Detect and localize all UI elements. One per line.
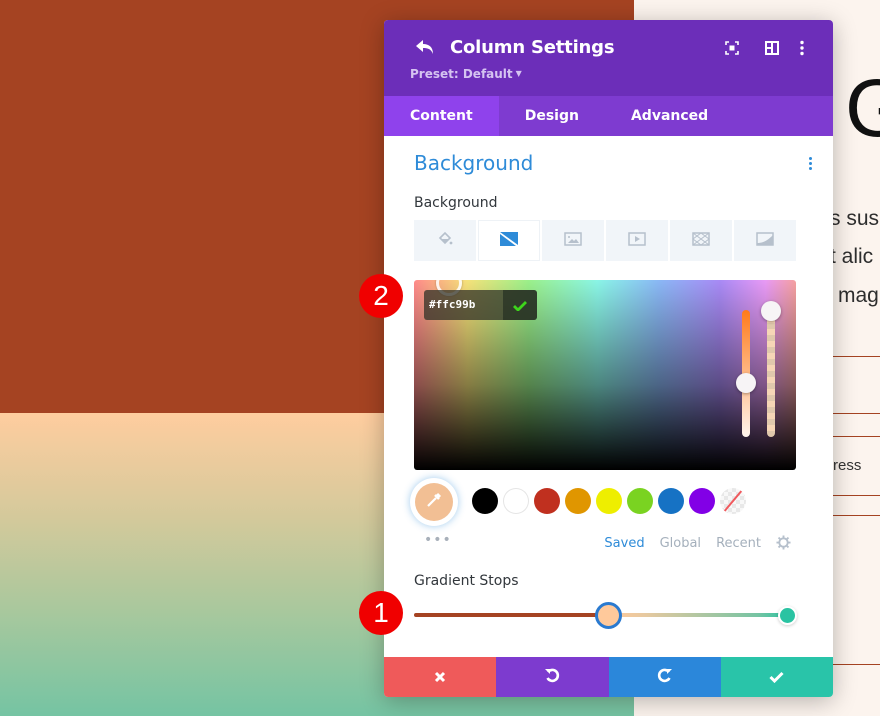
column-settings-modal: Column Settings Preset: Default ▼ Content… xyxy=(384,20,833,697)
redo-button[interactable] xyxy=(608,657,721,697)
page-divider xyxy=(833,664,880,665)
swatch-white[interactable] xyxy=(503,488,529,514)
gear-icon[interactable] xyxy=(776,535,791,550)
page-divider xyxy=(833,495,880,496)
background-type-tabs xyxy=(414,220,796,261)
more-options-icon[interactable] xyxy=(799,40,815,56)
annotation-marker-1: 1 xyxy=(359,591,403,635)
gradient-stop-selected[interactable] xyxy=(595,602,622,629)
hex-confirm-button[interactable] xyxy=(503,290,537,320)
page-text-line: mag xyxy=(838,284,879,307)
redo-icon xyxy=(657,667,673,687)
bg-type-gradient[interactable] xyxy=(478,220,540,261)
preset-dropdown[interactable]: Preset: Default ▼ xyxy=(410,67,522,81)
background-field-label: Background xyxy=(414,195,498,211)
current-color-swatch xyxy=(415,483,453,521)
pattern-icon xyxy=(692,231,710,250)
settings-tabs: Content Design Advanced xyxy=(384,96,833,136)
annotation-marker-2: 2 xyxy=(359,274,403,318)
hue-slider-handle[interactable] xyxy=(736,373,756,393)
page-divider xyxy=(833,436,880,437)
modal-title: Column Settings xyxy=(450,37,615,58)
hex-input[interactable]: #ffc99b xyxy=(424,290,503,320)
split-view-icon[interactable] xyxy=(765,40,781,56)
modal-footer xyxy=(384,657,833,697)
opacity-slider[interactable] xyxy=(767,305,775,437)
palette-tabs: Saved Global Recent xyxy=(604,536,761,551)
section-title[interactable]: Background xyxy=(414,151,533,175)
page-divider xyxy=(833,356,880,357)
current-color-eyedropper[interactable] xyxy=(410,478,458,526)
caret-down-icon: ▼ xyxy=(515,69,522,78)
paint-bucket-icon xyxy=(437,231,453,251)
swatch-black[interactable] xyxy=(472,488,498,514)
more-swatches-button[interactable]: ••• xyxy=(424,532,452,548)
tab-content[interactable]: Content xyxy=(384,96,499,136)
undo-button[interactable] xyxy=(496,657,609,697)
undo-icon xyxy=(544,667,560,687)
swatch-red[interactable] xyxy=(534,488,560,514)
video-icon xyxy=(628,231,646,250)
gradient-stop-end[interactable] xyxy=(778,606,797,625)
swatch-orange[interactable] xyxy=(565,488,591,514)
bg-type-image[interactable] xyxy=(542,220,604,261)
mask-icon xyxy=(756,231,774,250)
swatch-blue[interactable] xyxy=(658,488,684,514)
check-icon xyxy=(513,296,527,315)
modal-header: Column Settings Preset: Default ▼ xyxy=(384,20,833,96)
tab-design[interactable]: Design xyxy=(499,96,605,136)
close-icon xyxy=(434,668,446,687)
bg-type-video[interactable] xyxy=(606,220,668,261)
section-options-icon[interactable] xyxy=(809,157,813,171)
bg-type-pattern[interactable] xyxy=(670,220,732,261)
gradient-stops-label: Gradient Stops xyxy=(414,573,519,589)
cancel-button[interactable] xyxy=(384,657,497,697)
swatch-yellow[interactable] xyxy=(596,488,622,514)
palette-tab-global[interactable]: Global xyxy=(660,536,701,551)
back-icon[interactable] xyxy=(414,37,438,59)
hex-input-box: #ffc99b xyxy=(424,290,537,320)
eyedropper-icon xyxy=(425,491,443,513)
page-heading: G xyxy=(845,63,880,154)
opacity-slider-handle[interactable] xyxy=(761,301,781,321)
bg-type-color[interactable] xyxy=(414,220,476,261)
image-icon xyxy=(564,231,582,250)
bg-type-mask[interactable] xyxy=(734,220,796,261)
focus-mode-icon[interactable] xyxy=(725,40,741,56)
palette-tab-recent[interactable]: Recent xyxy=(716,536,761,551)
gradient-icon xyxy=(500,231,518,250)
page-small-text: ress xyxy=(833,457,862,474)
preset-label: Preset: Default xyxy=(410,67,513,81)
page-text-line: s sus xyxy=(830,207,880,230)
save-button[interactable] xyxy=(720,657,833,697)
tab-advanced[interactable]: Advanced xyxy=(605,96,734,136)
page-divider xyxy=(833,413,880,414)
swatch-green[interactable] xyxy=(627,488,653,514)
color-swatches xyxy=(472,488,746,514)
check-icon xyxy=(769,668,784,687)
palette-tab-saved[interactable]: Saved xyxy=(604,536,644,551)
page-text-line: t alic xyxy=(830,245,874,268)
swatch-purple[interactable] xyxy=(689,488,715,514)
swatch-none[interactable] xyxy=(720,488,746,514)
color-picker-canvas[interactable]: #ffc99b xyxy=(414,280,796,470)
page-divider xyxy=(833,515,880,516)
